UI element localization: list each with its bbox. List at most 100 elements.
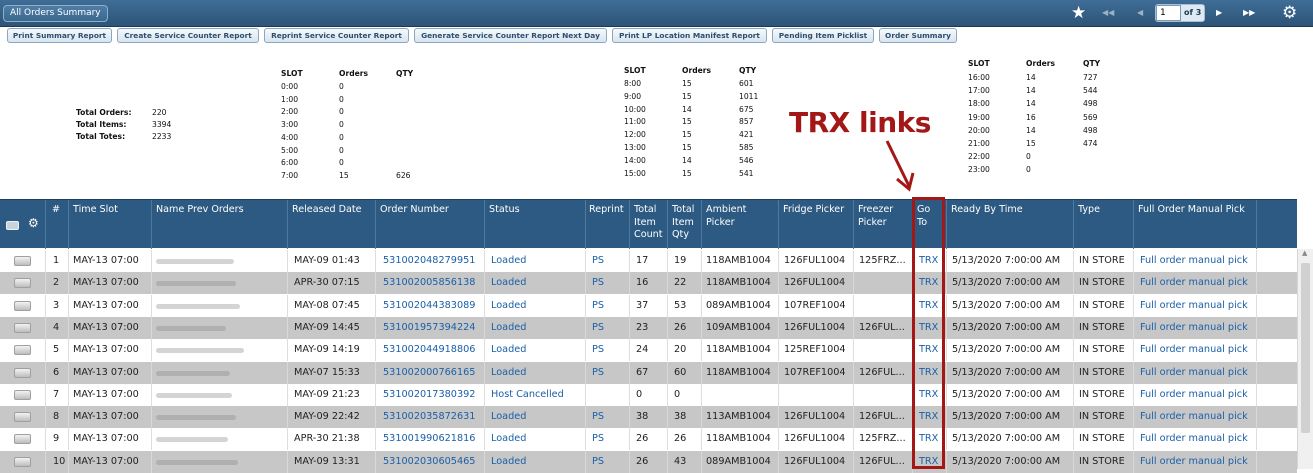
col-freezer-picker[interactable]: Freezer Picker — [858, 204, 893, 229]
row-select-button[interactable] — [14, 434, 31, 445]
table-row[interactable]: 5 MAY-13 07:00 MAY-09 14:19 531002044918806… — [0, 339, 1297, 362]
order-summary-button[interactable]: Order Summary — [879, 28, 957, 43]
col-ready-by-time[interactable]: Ready By Time — [951, 204, 1023, 217]
row-select-button[interactable] — [14, 322, 31, 333]
row-select-button[interactable] — [14, 300, 31, 311]
full-order-manual-pick-link[interactable]: Full order manual pick — [1140, 428, 1248, 450]
col-type[interactable]: Type — [1078, 204, 1100, 217]
full-order-manual-pick-link[interactable]: Full order manual pick — [1140, 250, 1248, 272]
col-number[interactable]: # — [52, 204, 60, 217]
print-summary-report-button[interactable]: Print Summary Report — [7, 28, 112, 43]
row-select-button[interactable] — [14, 345, 31, 356]
full-order-manual-pick-link[interactable]: Full order manual pick — [1140, 295, 1248, 317]
status-link[interactable]: Loaded — [491, 428, 526, 450]
full-order-manual-pick-link[interactable]: Full order manual pick — [1140, 451, 1248, 473]
col-time-slot[interactable]: Time Slot — [73, 204, 118, 217]
full-order-manual-pick-link[interactable]: Full order manual pick — [1140, 384, 1248, 406]
total-item-qty-cell: 43 — [674, 455, 687, 467]
slot-orders-cell: 14 — [682, 104, 692, 114]
grid-scrollbar[interactable]: ▲ — [1297, 249, 1313, 469]
status-link[interactable]: Loaded — [491, 250, 526, 272]
col-released-date[interactable]: Released Date — [292, 204, 362, 217]
generate-service-counter-report-next-day-button[interactable]: Generate Service Counter Report Next Day — [414, 28, 607, 43]
row-select-button[interactable] — [14, 412, 31, 423]
reprint-ps-link[interactable]: PS — [592, 272, 604, 294]
col-total-item-count[interactable]: Total Item Count — [634, 204, 663, 242]
row-select-button[interactable] — [14, 456, 31, 467]
annotation-arrow-icon — [885, 140, 915, 192]
order-number-link[interactable]: 531002044918806 — [383, 339, 475, 361]
reprint-ps-link[interactable]: PS — [592, 295, 604, 317]
total-item-qty-cell: 60 — [674, 366, 687, 378]
full-order-manual-pick-link[interactable]: Full order manual pick — [1140, 406, 1248, 428]
reprint-ps-link[interactable]: PS — [592, 317, 604, 339]
table-row[interactable]: 2 MAY-13 07:00 APR-30 07:15 531002005856138… — [0, 272, 1297, 295]
reprint-ps-link[interactable]: PS — [592, 406, 604, 428]
column-settings-gear-icon[interactable]: ⚙ — [28, 216, 39, 230]
settings-gear-icon[interactable]: ⚙ — [1282, 3, 1297, 23]
table-row[interactable]: 8 MAY-13 07:00 MAY-09 22:42 531002035872631… — [0, 406, 1297, 429]
reprint-ps-link[interactable]: PS — [592, 451, 604, 473]
order-number-link[interactable]: 531002005856138 — [383, 272, 475, 294]
table-row[interactable]: 7 MAY-13 07:00 MAY-09 21:23 531002017380392… — [0, 383, 1297, 406]
order-number-link[interactable]: 531002030605465 — [383, 451, 475, 473]
window-title[interactable]: All Orders Summary — [3, 5, 108, 22]
row-select-button[interactable] — [14, 278, 31, 289]
last-page-icon[interactable]: ▶▶ — [1243, 6, 1255, 20]
order-number-link[interactable]: 531002035872631 — [383, 406, 475, 428]
order-number-link[interactable]: 531001990621816 — [383, 428, 475, 450]
status-link[interactable]: Loaded — [491, 272, 526, 294]
table-row[interactable]: 9 MAY-13 07:00 APR-30 21:38 531001990621816… — [0, 428, 1297, 451]
col-order-number[interactable]: Order Number — [380, 204, 449, 217]
select-all-icon[interactable] — [6, 221, 19, 230]
row-select-button[interactable] — [14, 256, 31, 266]
col-total-item-qty[interactable]: Total Item Qty — [672, 204, 694, 242]
table-row[interactable]: 4 MAY-13 07:00 MAY-09 14:45 531001957394224… — [0, 316, 1297, 339]
col-name-prev-orders[interactable]: Name Prev Orders — [156, 204, 244, 217]
order-number-link[interactable]: 531002000766165 — [383, 362, 475, 384]
status-link[interactable]: Loaded — [491, 406, 526, 428]
col-ambient-picker[interactable]: Ambient Picker — [706, 204, 746, 229]
print-lp-location-manifest-report-button[interactable]: Print LP Location Manifest Report — [612, 28, 767, 43]
col-full-order-manual-pick[interactable]: Full Order Manual Pick — [1138, 204, 1245, 217]
freezer-picker-cell: 126FUL... — [859, 366, 905, 378]
col-fridge-picker[interactable]: Fridge Picker — [783, 204, 844, 217]
reprint-ps-link[interactable]: PS — [592, 428, 604, 450]
order-number-link[interactable]: 531002044383089 — [383, 295, 475, 317]
order-number-link[interactable]: 531002017380392 — [383, 384, 475, 406]
order-number-link[interactable]: 531001957394224 — [383, 317, 475, 339]
full-order-manual-pick-link[interactable]: Full order manual pick — [1140, 317, 1248, 339]
table-row[interactable]: 6 MAY-13 07:00 MAY-07 15:33 531002000766165… — [0, 361, 1297, 384]
full-order-manual-pick-link[interactable]: Full order manual pick — [1140, 339, 1248, 361]
table-row[interactable]: 3 MAY-13 07:00 MAY-08 07:45 531002044383089… — [0, 294, 1297, 317]
row-select-button[interactable] — [14, 367, 31, 378]
previous-page-icon[interactable]: ◀ — [1137, 6, 1143, 20]
col-status[interactable]: Status — [489, 204, 520, 217]
table-row[interactable]: 10 MAY-13 07:00 MAY-09 13:31 53100203060546… — [0, 450, 1297, 473]
reprint-ps-link[interactable]: PS — [592, 250, 604, 272]
full-order-manual-pick-link[interactable]: Full order manual pick — [1140, 272, 1248, 294]
table-row[interactable]: 1 MAY-13 07:00 MAY-09 01:43 531002048279951… — [0, 250, 1297, 272]
reprint-ps-link[interactable]: PS — [592, 362, 604, 384]
status-link[interactable]: Loaded — [491, 451, 526, 473]
status-link[interactable]: Loaded — [491, 317, 526, 339]
col-reprint[interactable]: Reprint — [589, 204, 624, 217]
slot-slot-cell: 0:00 — [281, 82, 299, 91]
scroll-thumb[interactable] — [1301, 263, 1310, 433]
full-order-manual-pick-link[interactable]: Full order manual pick — [1140, 362, 1248, 384]
first-page-icon[interactable]: ◀◀ — [1102, 6, 1114, 20]
reprint-service-counter-report-button[interactable]: Reprint Service Counter Report — [264, 28, 409, 43]
scroll-up-icon[interactable]: ▲ — [1302, 249, 1307, 257]
status-link[interactable]: Loaded — [491, 339, 526, 361]
create-service-counter-report-button[interactable]: Create Service Counter Report — [117, 28, 259, 43]
order-number-link[interactable]: 531002048279951 — [383, 250, 475, 272]
status-link[interactable]: Loaded — [491, 362, 526, 384]
next-page-icon[interactable]: ▶ — [1216, 6, 1222, 20]
reprint-ps-link[interactable]: PS — [592, 339, 604, 361]
status-link[interactable]: Host Cancelled — [491, 384, 564, 406]
page-number-input[interactable] — [1156, 5, 1181, 21]
status-link[interactable]: Loaded — [491, 295, 526, 317]
star-icon[interactable]: ★ — [1071, 4, 1086, 22]
pending-item-picklist-button[interactable]: Pending Item Picklist — [772, 28, 874, 43]
row-select-button[interactable] — [14, 389, 31, 400]
